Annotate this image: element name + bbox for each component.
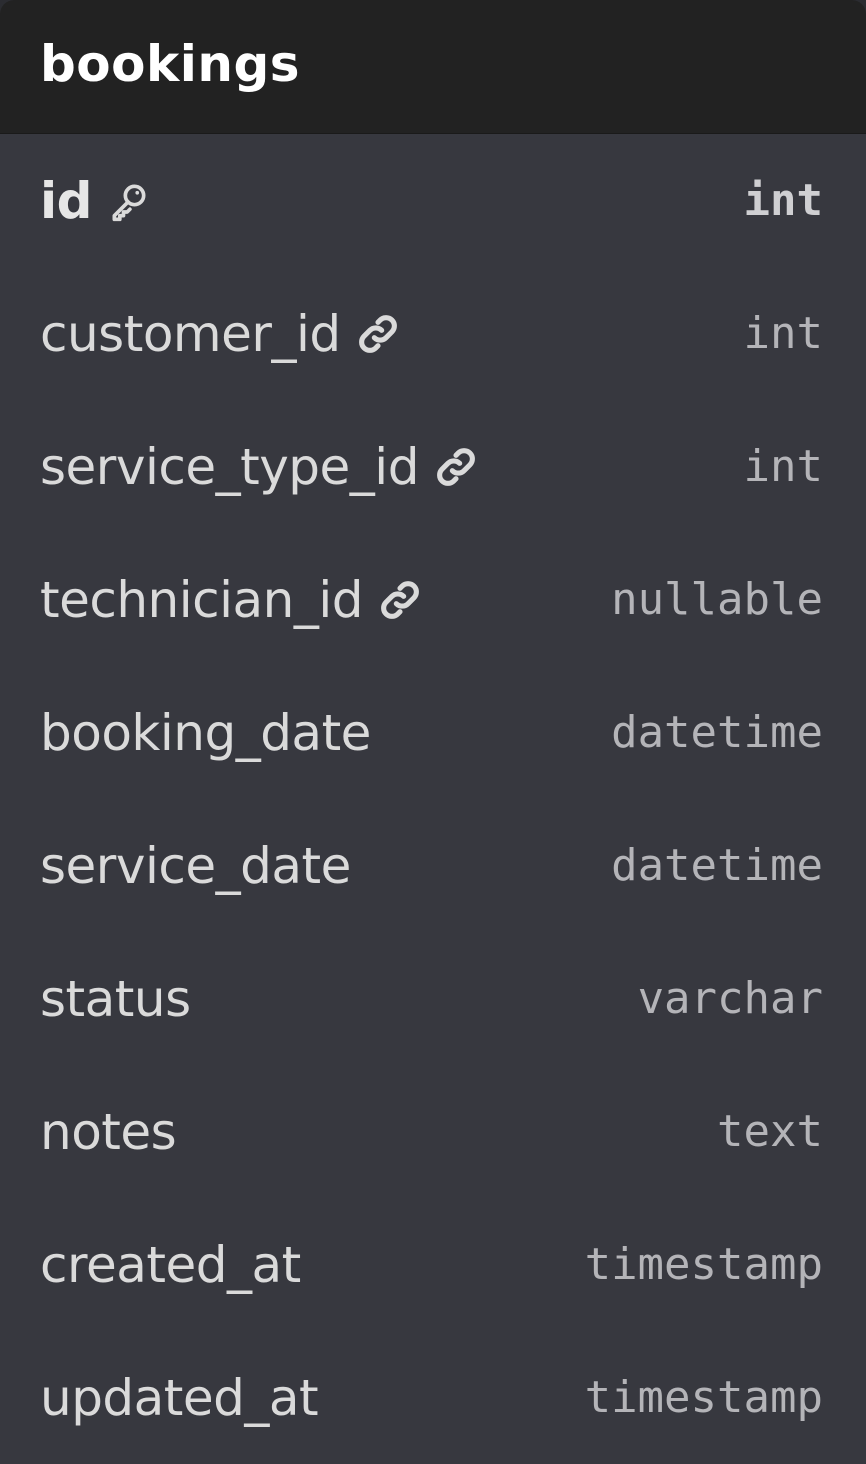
key-icon [106,178,152,224]
column-name: updated_at [40,1368,319,1427]
column-name: technician_id [40,570,363,629]
column-row[interactable]: status varchar [0,932,866,1065]
column-list: id int customer_id int service_type_id i… [0,134,866,1464]
table-title: bookings [40,34,301,93]
table-card[interactable]: bookings id int customer_id int service_… [0,0,866,1464]
column-type: timestamp [584,1239,823,1290]
column-type: int [743,441,823,492]
column-row[interactable]: service_date datetime [0,799,866,932]
column-name: service_type_id [40,437,419,496]
link-icon [433,444,479,490]
table-header[interactable]: bookings [0,0,866,134]
column-name: service_date [40,836,351,895]
column-name: customer_id [40,304,341,363]
column-name: notes [40,1102,177,1161]
column-row[interactable]: service_type_id int [0,400,866,533]
column-name: status [40,969,191,1028]
column-row[interactable]: booking_date datetime [0,666,866,799]
column-row[interactable]: updated_at timestamp [0,1331,866,1464]
column-type: datetime [611,707,823,758]
column-row[interactable]: technician_id nullable [0,533,866,666]
link-icon [377,577,423,623]
column-row[interactable]: id int [0,134,866,267]
column-name: id [40,171,92,230]
link-icon [355,311,401,357]
column-type: nullable [611,574,823,625]
column-type: int [743,175,823,226]
column-name: created_at [40,1235,301,1294]
column-row[interactable]: notes text [0,1065,866,1198]
column-type: int [743,308,823,359]
column-type: timestamp [584,1372,823,1423]
column-type: text [717,1106,823,1157]
column-name: booking_date [40,703,371,762]
column-type: datetime [611,840,823,891]
column-type: varchar [637,973,823,1024]
column-row[interactable]: customer_id int [0,267,866,400]
column-row[interactable]: created_at timestamp [0,1198,866,1331]
